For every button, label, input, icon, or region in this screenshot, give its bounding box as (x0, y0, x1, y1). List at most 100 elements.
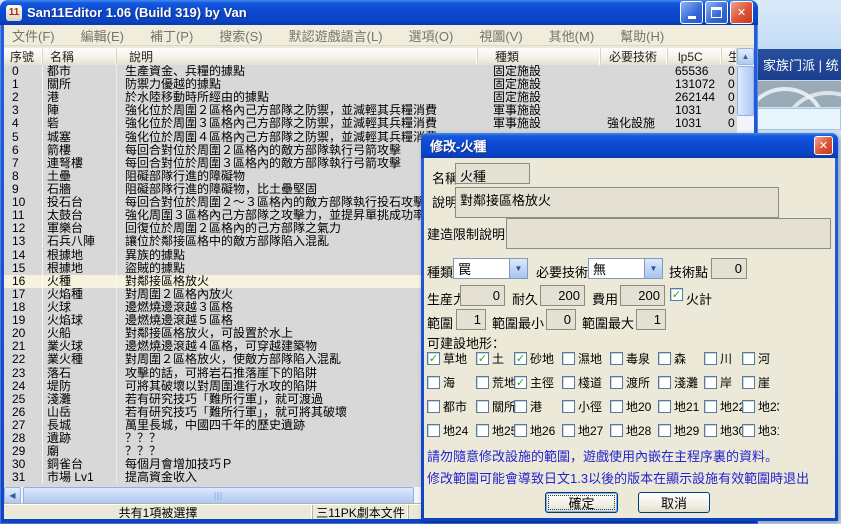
chevron-down-icon[interactable]: ▼ (509, 259, 527, 278)
terrain-option[interactable]: ✓地20 (610, 398, 658, 415)
column-header-desc[interactable]: 說明 (117, 48, 478, 65)
terrain-option[interactable]: ✓濕地 (562, 350, 610, 367)
name-field[interactable]: 火種 (455, 163, 530, 184)
terrain-option[interactable]: ✓毒泉 (610, 350, 658, 367)
terrain-checkbox[interactable]: ✓ (704, 352, 717, 365)
terrain-option[interactable]: ✓地26 (514, 422, 562, 439)
productivity-field[interactable]: 0 (460, 285, 505, 306)
range-max-field[interactable]: 1 (636, 309, 666, 330)
terrain-checkbox[interactable]: ✓ (427, 352, 440, 365)
table-row[interactable]: 3陣強化位於周圍２區格內己方部隊之防禦，並減輕其兵糧消費軍事施設10310 (4, 104, 737, 117)
table-row[interactable]: 1關所防禦力優越的據點固定施設1310720 (4, 78, 737, 91)
terrain-checkbox[interactable]: ✓ (742, 424, 755, 437)
terrain-checkbox[interactable]: ✓ (658, 424, 671, 437)
cost-field[interactable]: 200 (620, 285, 665, 306)
terrain-checkbox[interactable]: ✓ (610, 376, 623, 389)
column-header-prod[interactable]: 生產 (722, 48, 737, 65)
tech-points-field[interactable]: 0 (711, 258, 747, 279)
menu-item[interactable]: 默認遊戲語言(L) (289, 26, 383, 45)
terrain-checkbox[interactable]: ✓ (742, 352, 755, 365)
column-header-kind[interactable]: 種類 (478, 48, 601, 65)
terrain-option[interactable]: ✓地30 (704, 422, 742, 439)
terrain-option[interactable]: ✓草地 (427, 350, 476, 367)
maximize-button[interactable] (705, 1, 728, 24)
chevron-down-icon[interactable]: ▼ (644, 259, 662, 278)
terrain-option[interactable]: ✓荒地 (476, 374, 514, 391)
menu-item[interactable]: 視圖(V) (479, 26, 522, 45)
terrain-option[interactable]: ✓地23 (742, 398, 779, 415)
menu-item[interactable]: 幫助(H) (620, 26, 664, 45)
ok-button[interactable]: 確定 (545, 492, 618, 513)
terrain-checkbox[interactable]: ✓ (476, 424, 489, 437)
terrain-option[interactable]: ✓都市 (427, 398, 476, 415)
menu-item[interactable]: 選項(O) (409, 26, 454, 45)
terrain-option[interactable]: ✓川 (704, 350, 742, 367)
terrain-option[interactable]: ✓關所 (476, 398, 514, 415)
minimize-button[interactable] (680, 1, 703, 24)
build-limit-field[interactable] (506, 218, 831, 249)
terrain-option[interactable]: ✓地31 (742, 422, 779, 439)
column-header-id[interactable]: 序號 (4, 48, 43, 65)
table-row[interactable]: 0都市生產資金、兵糧的據點固定施設655360 (4, 65, 737, 78)
dialog-titlebar[interactable]: 修改-火種 ✕ (421, 133, 838, 158)
main-titlebar[interactable]: 11 San11Editor 1.06 (Build 319) by Van ✕ (0, 0, 758, 25)
terrain-checkbox[interactable]: ✓ (427, 376, 440, 389)
terrain-checkbox[interactable]: ✓ (658, 352, 671, 365)
terrain-checkbox[interactable]: ✓ (562, 376, 575, 389)
terrain-option[interactable]: ✓地25 (476, 422, 514, 439)
terrain-option[interactable]: ✓地21 (658, 398, 704, 415)
terrain-checkbox[interactable]: ✓ (704, 424, 717, 437)
terrain-option[interactable]: ✓砂地 (514, 350, 562, 367)
column-header-lp5c[interactable]: lp5C (668, 48, 722, 65)
menu-item[interactable]: 其他(M) (549, 26, 595, 45)
durability-field[interactable]: 200 (540, 285, 585, 306)
terrain-option[interactable]: ✓地28 (610, 422, 658, 439)
terrain-option[interactable]: ✓岸 (704, 374, 742, 391)
terrain-checkbox[interactable]: ✓ (704, 376, 717, 389)
terrain-checkbox[interactable]: ✓ (514, 424, 527, 437)
terrain-option[interactable]: ✓主徑 (514, 374, 562, 391)
terrain-option[interactable]: ✓地27 (562, 422, 610, 439)
kind-select[interactable]: 罠 ▼ (453, 258, 528, 279)
terrain-option[interactable]: ✓海 (427, 374, 476, 391)
terrain-checkbox[interactable]: ✓ (562, 352, 575, 365)
terrain-checkbox[interactable]: ✓ (514, 376, 527, 389)
dialog-close-button[interactable]: ✕ (814, 136, 833, 155)
menu-item[interactable]: 補丁(P) (150, 26, 193, 45)
menu-item[interactable]: 搜索(S) (219, 26, 262, 45)
terrain-checkbox[interactable]: ✓ (610, 400, 623, 413)
range-field[interactable]: 1 (456, 309, 486, 330)
terrain-checkbox[interactable]: ✓ (658, 376, 671, 389)
terrain-checkbox[interactable]: ✓ (514, 352, 527, 365)
terrain-checkbox[interactable]: ✓ (562, 400, 575, 413)
terrain-checkbox[interactable]: ✓ (658, 400, 671, 413)
cancel-button[interactable]: 取消 (638, 492, 710, 513)
terrain-checkbox[interactable]: ✓ (476, 376, 489, 389)
terrain-option[interactable]: ✓森 (658, 350, 704, 367)
terrain-checkbox[interactable]: ✓ (427, 424, 440, 437)
terrain-checkbox[interactable]: ✓ (610, 424, 623, 437)
fire-plan-checkbox[interactable]: ✓ (670, 288, 683, 301)
terrain-option[interactable]: ✓渡所 (610, 374, 658, 391)
terrain-option[interactable]: ✓河 (742, 350, 779, 367)
menu-item[interactable]: 文件(F) (12, 26, 55, 45)
terrain-checkbox[interactable]: ✓ (562, 424, 575, 437)
table-row[interactable]: 2港於水陸移動時所經由的據點固定施設2621440 (4, 91, 737, 104)
terrain-checkbox[interactable]: ✓ (610, 352, 623, 365)
terrain-option[interactable]: ✓地29 (658, 422, 704, 439)
required-tech-select[interactable]: 無 ▼ (588, 258, 663, 279)
terrain-option[interactable]: ✓土 (476, 350, 514, 367)
close-button[interactable]: ✕ (730, 1, 753, 24)
horizontal-scroll-thumb[interactable] (23, 487, 414, 504)
desc-field[interactable]: 對鄰接區格放火 (455, 187, 779, 218)
terrain-option[interactable]: ✓淺灘 (658, 374, 704, 391)
terrain-checkbox[interactable]: ✓ (704, 400, 717, 413)
terrain-option[interactable]: ✓地24 (427, 422, 476, 439)
terrain-checkbox[interactable]: ✓ (476, 352, 489, 365)
background-window-textbox[interactable] (755, 108, 841, 130)
vertical-scroll-thumb[interactable] (737, 66, 754, 116)
terrain-checkbox[interactable]: ✓ (742, 400, 755, 413)
menu-item[interactable]: 編輯(E) (81, 26, 124, 45)
terrain-option[interactable]: ✓崖 (742, 374, 779, 391)
terrain-checkbox[interactable]: ✓ (427, 400, 440, 413)
